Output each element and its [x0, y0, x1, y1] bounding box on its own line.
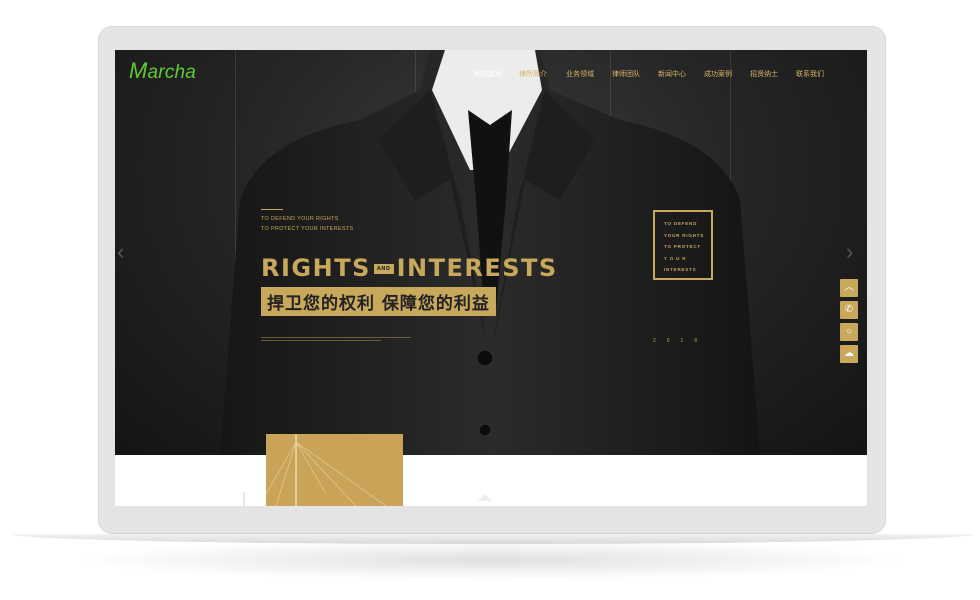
laptop-shadow: [70, 540, 910, 580]
back-to-top-icon[interactable]: ︿: [840, 279, 858, 297]
nav-item-about[interactable]: 律所简介: [519, 69, 547, 79]
slider-next-icon[interactable]: ›: [846, 241, 856, 263]
hero-year: 2016: [653, 338, 709, 344]
wechat-icon[interactable]: ☁: [840, 345, 858, 363]
nav-item-cases[interactable]: 成功案例: [704, 69, 732, 79]
decor-tick: [243, 492, 245, 506]
nav-item-jobs[interactable]: 招贤纳士: [750, 69, 778, 79]
phone-icon[interactable]: ✆: [840, 301, 858, 319]
nav-item-practice[interactable]: 业务领域: [566, 69, 594, 79]
website-screen: Marcha 网站首页 律所简介 业务领域 律师团队 新闻中心 成功案例 招贤纳…: [115, 50, 867, 506]
hero-framed-box: TO DEFEND YOUR RIGHTS TO PROTECT Y O U R…: [653, 210, 713, 280]
side-toolbar: ︿ ✆ ○ ☁: [840, 279, 860, 367]
chat-icon[interactable]: ○: [840, 323, 858, 341]
hero-fine-text: [261, 337, 411, 342]
hero-headline: RIGHTS AND INTERESTS: [261, 254, 558, 282]
nav-item-team[interactable]: 律师团队: [612, 69, 640, 79]
main-nav: 网站首页 律所简介 业务领域 律师团队 新闻中心 成功案例 招贤纳士 联系我们: [115, 69, 867, 83]
nav-item-news[interactable]: 新闻中心: [658, 69, 686, 79]
decor-triangle: [478, 494, 492, 501]
tagline-line: TO PROTECT YOUR INTERESTS: [261, 226, 354, 232]
tagline-rule: [261, 209, 283, 210]
nav-item-home[interactable]: 网站首页: [474, 69, 502, 79]
hero-chinese-slogan: 捍卫您的权利 保障您的利益: [261, 287, 496, 316]
tagline-line: TO DEFEND YOUR RIGHTS: [261, 216, 339, 222]
bridge-image-card[interactable]: [266, 434, 403, 506]
hero-tagline: TO DEFEND YOUR RIGHTS TO PROTECT YOUR IN…: [261, 214, 353, 234]
slider-prev-icon[interactable]: ‹: [117, 241, 127, 263]
nav-item-contact[interactable]: 联系我们: [796, 69, 824, 79]
hero-banner: Marcha 网站首页 律所简介 业务领域 律师团队 新闻中心 成功案例 招贤纳…: [115, 50, 867, 455]
